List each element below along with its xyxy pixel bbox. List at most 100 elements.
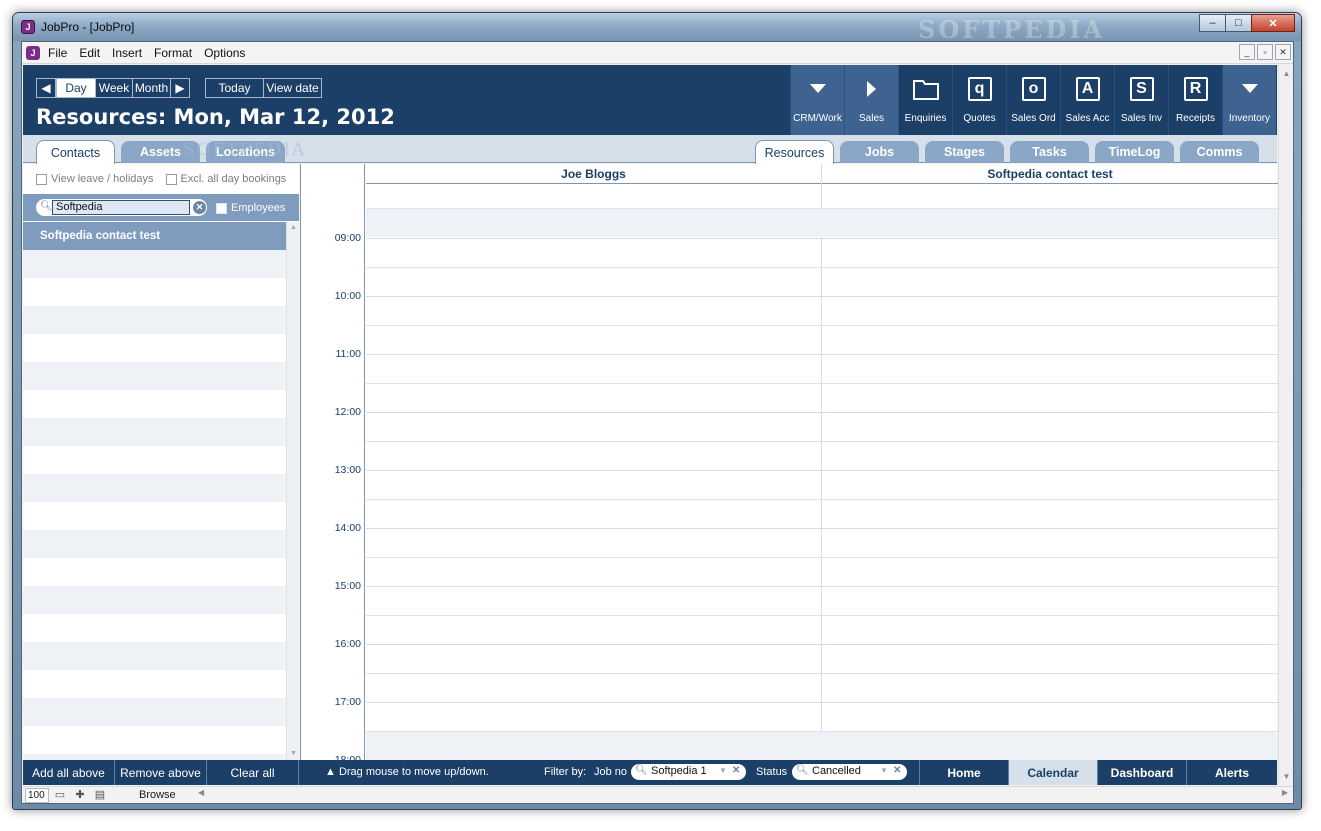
layout-toggle-icon[interactable]: ▤	[91, 788, 109, 803]
half-hour-line	[366, 557, 1278, 558]
quote-icon: q	[966, 75, 994, 103]
excl-all-day-checkbox[interactable]: Excl. all day bookings	[165, 173, 287, 185]
zoom-level[interactable]: 100	[25, 787, 49, 803]
scroll-up-icon[interactable]: ▲	[1279, 69, 1294, 78]
menu-format[interactable]: Format	[154, 46, 192, 60]
view-leave-checkbox[interactable]: View leave / holidays	[36, 173, 154, 185]
list-item	[23, 418, 286, 446]
bottom-bar: Add all above Remove above Clear all ▲ D…	[23, 760, 1277, 785]
menu-bar: J File Edit Insert Format Options _ ▫ ✕	[22, 42, 1293, 64]
module-sales[interactable]: Sales	[844, 65, 898, 135]
maximize-button[interactable]: □	[1225, 14, 1252, 32]
mdi-restore-button[interactable]: ▫	[1257, 44, 1273, 60]
scroll-right-icon[interactable]: ▶	[1282, 788, 1288, 797]
scroll-left-icon[interactable]: ◀	[198, 788, 204, 797]
title-bar[interactable]: J JobPro - [JobPro] SOFTPEDIA – □ ✕	[13, 13, 1301, 44]
zoom-out-icon[interactable]: ▭	[51, 788, 69, 803]
menu-file[interactable]: File	[48, 46, 67, 60]
module-sales-ord[interactable]: o Sales Ord	[1006, 65, 1060, 135]
search-field[interactable]: 🔍︎ Softpedia ✕	[36, 199, 207, 216]
tab-locations[interactable]: Locations	[206, 141, 285, 163]
half-hour-line	[366, 731, 1278, 732]
checkbox-box	[216, 202, 227, 214]
mdi-close-button[interactable]: ✕	[1275, 44, 1291, 60]
module-label: Quotes	[963, 113, 996, 124]
clear-all-button[interactable]: Clear all	[207, 760, 299, 785]
tab-assets[interactable]: Assets	[121, 141, 200, 163]
view-alerts[interactable]: Alerts	[1186, 760, 1277, 785]
sales-account-glyph: A	[1075, 77, 1100, 101]
module-sales-inv[interactable]: S Sales Inv	[1114, 65, 1168, 135]
module-sales-acc[interactable]: A Sales Acc	[1060, 65, 1114, 135]
module-enquiries[interactable]: Enquiries	[898, 65, 952, 135]
day-button[interactable]: Day	[56, 78, 96, 98]
search-input[interactable]: Softpedia	[52, 200, 190, 215]
time-label: 15:00	[334, 580, 361, 592]
module-crm-work[interactable]: CRM/Work	[790, 65, 844, 135]
filter-by-label: Filter by:	[544, 766, 587, 778]
time-label: 11:00	[335, 348, 362, 360]
clear-search-icon[interactable]: ✕	[193, 201, 206, 214]
view-date-button[interactable]: View date	[263, 78, 322, 98]
zoom-in-icon[interactable]: ✚	[71, 788, 89, 803]
hour-line	[366, 528, 1278, 529]
list-item[interactable]: Softpedia contact test	[23, 222, 286, 250]
view-home[interactable]: Home	[919, 760, 1008, 785]
scroll-down-icon[interactable]: ▼	[287, 748, 300, 760]
menu-edit[interactable]: Edit	[79, 46, 100, 60]
tab-stages[interactable]: Stages	[925, 141, 1004, 163]
dropdown-arrow-icon[interactable]: ▼	[880, 766, 888, 775]
calendar-grid[interactable]: Joe Bloggs Softpedia contact test 09:00 1…	[300, 164, 1278, 790]
list-item	[23, 362, 286, 390]
list-item	[23, 726, 286, 754]
scroll-down-icon[interactable]: ▼	[1279, 772, 1294, 781]
page-title: Resources: Mon, Mar 12, 2012	[36, 105, 395, 129]
tab-tasks[interactable]: Tasks	[1010, 141, 1089, 163]
status-filter[interactable]: 🔍︎ Cancelled ▼ ✕	[792, 764, 907, 780]
window-scrollbar[interactable]: ▲ ▼	[1278, 65, 1293, 785]
chevron-down-icon	[1236, 75, 1264, 103]
close-button[interactable]: ✕	[1251, 14, 1295, 32]
sales-order-glyph: o	[1021, 77, 1046, 101]
mdi-minimize-button[interactable]: _	[1239, 44, 1255, 60]
chevron-right-icon	[858, 75, 886, 103]
tab-contacts[interactable]: Contacts	[36, 140, 115, 164]
week-button[interactable]: Week	[95, 78, 133, 98]
clear-filter-icon[interactable]: ✕	[893, 765, 901, 776]
minimize-button[interactable]: –	[1199, 14, 1226, 32]
tab-timelog[interactable]: TimeLog	[1095, 141, 1174, 163]
module-receipts[interactable]: R Receipts	[1168, 65, 1222, 135]
module-inventory[interactable]: Inventory	[1222, 65, 1276, 135]
tab-jobs[interactable]: Jobs	[840, 141, 919, 163]
clear-filter-icon[interactable]: ✕	[732, 765, 740, 776]
job-no-filter[interactable]: 🔍︎ Softpedia 1 ▼ ✕	[631, 764, 746, 780]
employees-checkbox[interactable]: Employees	[216, 202, 285, 214]
menu-options[interactable]: Options	[204, 46, 245, 60]
status-value: Cancelled	[812, 765, 861, 777]
menu-insert[interactable]: Insert	[112, 46, 142, 60]
next-button[interactable]: ▶	[170, 78, 190, 98]
excl-all-day-label: Excl. all day bookings	[180, 173, 287, 185]
view-dashboard[interactable]: Dashboard	[1097, 760, 1186, 785]
remove-above-button[interactable]: Remove above	[115, 760, 207, 785]
module-label: Enquiries	[904, 113, 947, 124]
prev-button[interactable]: ◀	[36, 78, 56, 98]
month-button[interactable]: Month	[132, 78, 171, 98]
tab-comms[interactable]: Comms	[1180, 141, 1259, 163]
tab-resources[interactable]: Resources	[755, 140, 834, 164]
time-label: 12:00	[334, 406, 361, 418]
list-item	[23, 446, 286, 474]
dropdown-arrow-icon[interactable]: ▼	[719, 766, 727, 775]
horizontal-scrollbar[interactable]: ◀ ▶	[198, 788, 1288, 802]
module-quotes[interactable]: q Quotes	[952, 65, 1006, 135]
time-label: 13:00	[334, 464, 361, 476]
scroll-up-icon[interactable]: ▲	[287, 222, 300, 234]
add-all-above-button[interactable]: Add all above	[23, 760, 115, 785]
window-title: JobPro - [JobPro]	[41, 20, 135, 34]
document-icon[interactable]: J	[26, 45, 40, 60]
list-item	[23, 278, 286, 306]
today-button[interactable]: Today	[205, 78, 264, 98]
view-calendar[interactable]: Calendar	[1008, 760, 1097, 785]
sales-account-icon: A	[1074, 75, 1102, 103]
list-scrollbar[interactable]: ▲ ▼	[286, 222, 299, 760]
